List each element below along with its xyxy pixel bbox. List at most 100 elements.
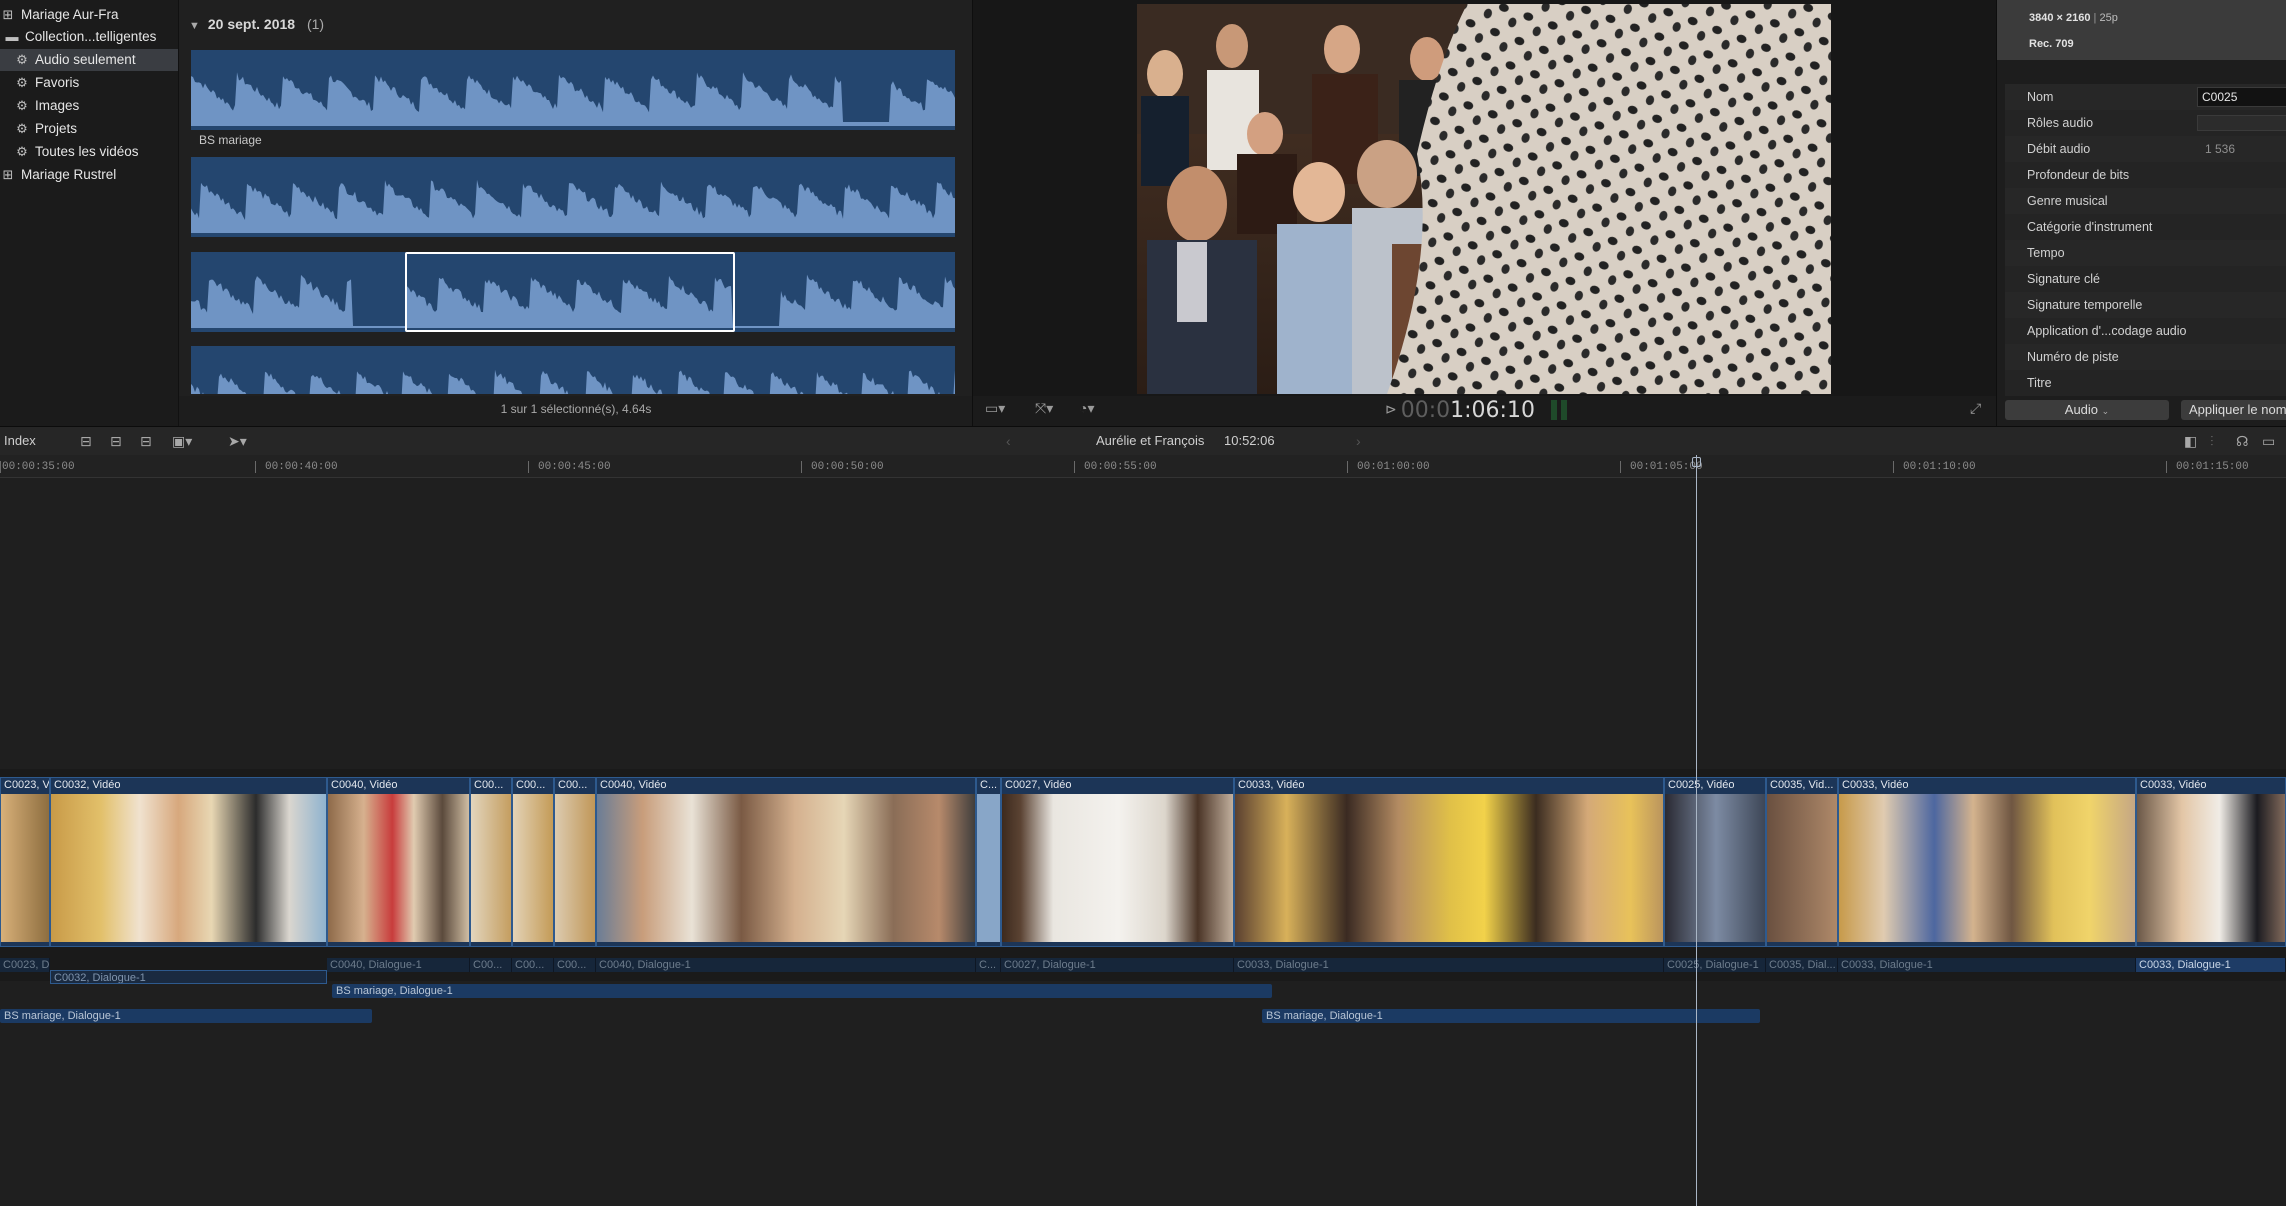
view-options-icon[interactable]: ▭▾ xyxy=(985,400,1005,417)
video-clip[interactable]: C00... xyxy=(470,777,512,947)
metadata-row-time-signature[interactable]: Signature temporelle xyxy=(2005,292,2286,318)
audio-clip-row-2[interactable] xyxy=(191,157,955,237)
sidebar-item-mariage-aur-fra[interactable]: ⊞ Mariage Aur-Fra xyxy=(0,4,178,26)
dialogue-clip[interactable]: C00... xyxy=(470,958,512,972)
video-clip[interactable]: C... xyxy=(976,777,1001,947)
timecode-value: 1:06:10 xyxy=(1450,398,1535,423)
sidebar-item-label: Audio seulement xyxy=(35,52,136,67)
headphones-icon[interactable]: ☊ xyxy=(2236,427,2248,455)
music-clip[interactable]: BS mariage, Dialogue-1 xyxy=(0,1009,372,1023)
history-forward-icon[interactable]: › xyxy=(1356,427,1361,455)
audio-clip-row-4[interactable] xyxy=(191,346,955,394)
transform-icon[interactable]: ⤧▾ xyxy=(1035,400,1053,417)
video-clip[interactable]: C0025, Vidéo xyxy=(1664,777,1766,947)
sidebar-item-label: Favoris xyxy=(35,75,80,90)
sidebar-item-label: Collection...telligentes xyxy=(25,29,157,44)
chevron-down-icon: ⌄ xyxy=(2101,406,2110,416)
snapping-icon[interactable]: ◧ xyxy=(2184,427,2197,455)
sidebar-item-audio-seulement[interactable]: ⚙ Audio seulement xyxy=(0,49,178,71)
metadata-view-dropdown[interactable]: Audio ⌄ xyxy=(2005,400,2169,420)
append-clip-icon[interactable]: ⊟ xyxy=(140,427,152,455)
dialogue-clip[interactable]: C00... xyxy=(554,958,596,972)
video-clip[interactable]: C0035, Vid... xyxy=(1766,777,1838,947)
skimming-icon[interactable]: ⫶ xyxy=(2210,427,2214,455)
dialogue-clip[interactable]: C... xyxy=(976,958,1001,972)
select-tool-icon[interactable]: ➤▾ xyxy=(228,427,247,455)
video-clip[interactable]: C0033, Vidéo xyxy=(1838,777,2136,947)
music-clip[interactable]: BS mariage, Dialogue-1 xyxy=(332,984,1272,998)
dialogue-clip[interactable]: C0033, Dialogue-1 xyxy=(2136,958,2286,972)
index-button[interactable]: Index xyxy=(4,427,36,455)
video-frame[interactable] xyxy=(1137,4,1831,394)
video-clip[interactable]: C0033, Vidéo xyxy=(1234,777,1664,947)
sidebar-item-label: Mariage Aur-Fra xyxy=(21,7,119,22)
video-clip[interactable]: C0023, Vid... xyxy=(0,777,50,947)
dialogue-clip[interactable]: C0032, Dialogue-1 xyxy=(50,970,327,984)
date-group-header[interactable]: ▼ 20 sept. 2018 (1) xyxy=(189,16,324,32)
audio-roles-field[interactable] xyxy=(2197,115,2286,131)
metadata-row-encoder[interactable]: Application d'...codage audio xyxy=(2005,318,2286,344)
dialogue-clip[interactable]: C0033, Dialogue-1 xyxy=(1838,958,2136,972)
video-clip[interactable]: C0040, Vidéo xyxy=(596,777,976,947)
date-label: 20 sept. 2018 xyxy=(207,16,296,32)
playhead[interactable] xyxy=(1696,455,1697,1206)
insert-clip-icon[interactable]: ⊟ xyxy=(110,427,122,455)
playhead-handle[interactable] xyxy=(1692,457,1701,467)
audio-clip-row-3[interactable] xyxy=(191,252,955,332)
ruler-label: 00:00:40:00 xyxy=(265,461,338,473)
ruler-label: 00:00:55:00 xyxy=(1084,461,1157,473)
timecode-display[interactable]: ⊳ 00:01:06:10 xyxy=(1385,398,1535,423)
sidebar-item-smart-collections[interactable]: ▬ Collection...telligentes xyxy=(0,26,178,48)
name-field[interactable]: C0025 xyxy=(2197,87,2286,107)
video-clip[interactable]: C0027, Vidéo xyxy=(1001,777,1234,947)
dialogue-clip[interactable]: C00... xyxy=(512,958,554,972)
waveform xyxy=(191,179,955,233)
sidebar-item-favoris[interactable]: ⚙ Favoris xyxy=(0,72,178,94)
metadata-row-tempo[interactable]: Tempo xyxy=(2005,240,2286,266)
timeline-ruler[interactable]: 00:00:35:00 00:00:40:00 00:00:45:00 00:0… xyxy=(0,455,2286,478)
audio-clip-row-1[interactable] xyxy=(191,50,955,130)
ruler-label: 00:01:10:00 xyxy=(1903,461,1976,473)
metadata-row-key[interactable]: Signature clé xyxy=(2005,266,2286,292)
overwrite-clip-icon[interactable]: ▣▾ xyxy=(172,427,192,455)
metadata-row-track-number[interactable]: Numéro de piste xyxy=(2005,344,2286,370)
dialogue-clip[interactable]: C0025, Dialogue-1 xyxy=(1664,958,1766,972)
metadata-row-genre[interactable]: Genre musical xyxy=(2005,188,2286,214)
play-icon[interactable]: ⊳ xyxy=(1385,402,1397,418)
dialogue-clip[interactable]: C0027, Dialogue-1 xyxy=(1001,958,1234,972)
fullscreen-icon[interactable]: ⤢ xyxy=(1970,400,1981,417)
metadata-row-name[interactable]: Nom C0025 xyxy=(2005,84,2286,110)
colorspace-label: Rec. 709 xyxy=(2029,38,2074,50)
dialogue-clip[interactable]: C0040, Dialogue-1 xyxy=(596,958,976,972)
metadata-row-title[interactable]: Titre xyxy=(2005,370,2286,396)
connect-clip-icon[interactable]: ⊟ xyxy=(80,427,92,455)
video-clip[interactable]: C0032, Vidéo xyxy=(50,777,327,947)
selection-range[interactable] xyxy=(405,252,735,332)
video-clip[interactable]: C0040, Vidéo xyxy=(327,777,470,947)
sidebar-item-toutes-les-videos[interactable]: ⚙ Toutes les vidéos xyxy=(0,141,178,163)
video-clip[interactable]: C00... xyxy=(512,777,554,947)
selection-status: 1 sur 1 sélectionné(s), 4.64s xyxy=(500,402,652,416)
speed-icon[interactable]: ◔▾ xyxy=(1079,400,1094,417)
metadata-row-bit-depth[interactable]: Profondeur de bits xyxy=(2005,162,2286,188)
metadata-row-instrument[interactable]: Catégorie d'instrument xyxy=(2005,214,2286,240)
video-clip[interactable]: C0033, Vidéo xyxy=(2136,777,2286,947)
music-clip[interactable]: BS mariage, Dialogue-1 xyxy=(1262,1009,1760,1023)
apply-name-button[interactable]: Appliquer le nom xyxy=(2181,400,2286,420)
sidebar-item-projets[interactable]: ⚙ Projets xyxy=(0,118,178,140)
solo-icon[interactable]: ▭ xyxy=(2262,427,2275,455)
sidebar-item-mariage-rustrel[interactable]: ⊞ Mariage Rustrel xyxy=(0,164,178,186)
timeline[interactable]: 00:00:35:00 00:00:40:00 00:00:45:00 00:0… xyxy=(0,455,2286,1206)
resolution-label: 3840 × 2160 xyxy=(2029,12,2091,24)
dialogue-clip[interactable]: C0033, Dialogue-1 xyxy=(1234,958,1664,972)
history-back-icon[interactable]: ‹ xyxy=(1006,427,1011,455)
disclosure-triangle-icon[interactable]: ▼ xyxy=(189,20,200,32)
metadata-row-audio-roles[interactable]: Rôles audio xyxy=(2005,110,2286,136)
library-icon: ⊞ xyxy=(2,7,14,22)
waveform xyxy=(191,72,955,126)
sidebar-item-images[interactable]: ⚙ Images xyxy=(0,95,178,117)
video-clip[interactable]: C00... xyxy=(554,777,596,947)
dialogue-clip[interactable]: C0035, Dial... xyxy=(1766,958,1838,972)
dialogue-clip[interactable]: C0040, Dialogue-1 xyxy=(327,958,470,972)
dialogue-clip[interactable]: C0023, Dia... xyxy=(0,958,50,972)
